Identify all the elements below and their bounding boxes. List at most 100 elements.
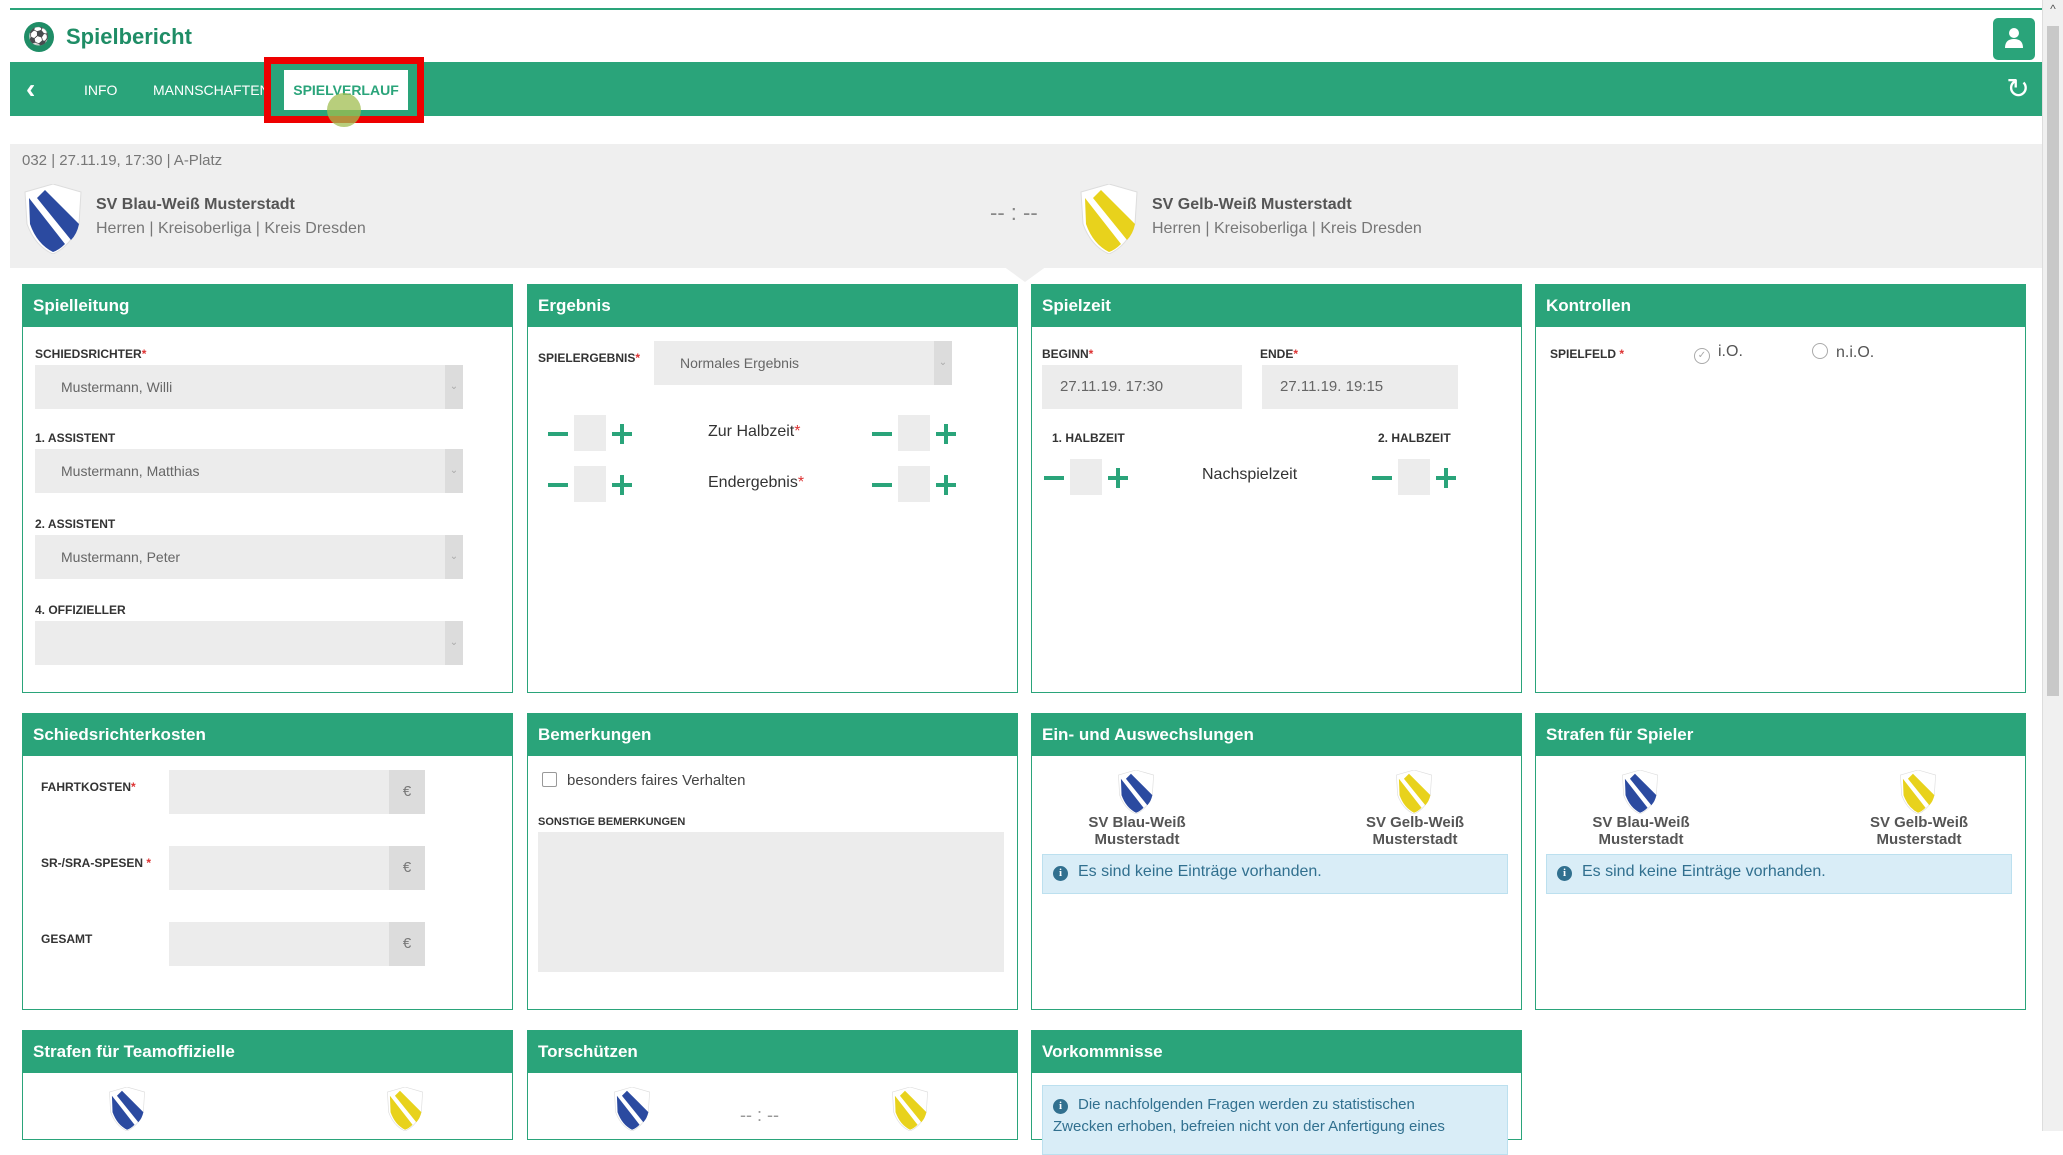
schiedsrichter-select[interactable]: Mustermann, Willi ⌄ [35,365,463,409]
user-icon[interactable] [1993,18,2035,60]
ende-label: ENDE* [1260,347,1299,361]
card-title: Strafen für Spieler [1536,714,2025,756]
minus-icon[interactable] [1044,476,1064,480]
gesamt-label: GESAMT [41,932,93,946]
schiedsrichter-label: SCHIEDSRICHTER* [35,347,147,361]
checkbox-icon [542,772,557,787]
card-vorkommnisse: Vorkommnisse i Die nachfolgenden Fragen w… [1031,1030,1522,1155]
app-window: ⚽ Spielbericht ‹ INFO MANNSCHAFTEN SPIEL… [0,0,2063,1155]
spielergebnis-select[interactable]: Normales Ergebnis ⌄ [654,341,952,385]
offizieller-label: 4. OFFIZIELLER [35,603,126,617]
minus-icon[interactable] [872,483,892,487]
fahrtkosten-input[interactable] [169,770,389,814]
minus-icon[interactable] [1372,476,1392,480]
header-pointer [1003,266,1047,282]
scrollbar[interactable]: ^ [2042,0,2063,1131]
card-spielleitung: Spielleitung SCHIEDSRICHTER* Mustermann,… [22,284,513,693]
radio-io[interactable]: ✓ i.O. [1694,343,1743,364]
home-team-league: Herren | Kreisoberliga | Kreis Dresden [96,220,366,237]
away-crest-icon [892,1087,928,1131]
match-header: 032 | 27.11.19, 17:30 | A-Platz SV Blau-… [10,144,2043,268]
tab-mannschaften[interactable]: MANNSCHAFTEN [153,82,270,98]
plus-icon[interactable] [1436,468,1456,488]
card-title: Vorkommnisse [1032,1031,1521,1073]
match-meta: 032 | 27.11.19, 17:30 | A-Platz [22,152,223,169]
info-icon: i [1557,866,1572,881]
beginn-input[interactable]: 27.11.19. 17:30 [1042,365,1242,409]
ende-input[interactable]: 27.11.19. 19:15 [1262,365,1458,409]
away-crest-icon [1900,770,1936,814]
home-team-label: SV Blau-Weiß Musterstadt [1592,814,1690,848]
away-crest-icon [387,1087,423,1131]
radio-nio[interactable]: n.i.O. [1812,343,1874,362]
fair-play-checkbox[interactable]: besonders faires Verhalten [542,772,745,789]
home-crest-icon [24,184,82,254]
info-icon: i [1053,866,1068,881]
card-title: Schiedsrichterkosten [23,714,512,756]
info-icon: i [1053,1099,1068,1114]
card-title: Spielzeit [1032,285,1521,327]
assistent1-select[interactable]: Mustermann, Matthias ⌄ [35,449,463,493]
plus-icon[interactable] [612,424,632,444]
bemerkungen-textarea[interactable] [538,832,1004,972]
empty-info: i Es sind keine Einträge vorhanden. [1546,854,2012,894]
minus-icon[interactable] [548,483,568,487]
card-title: Spielleitung [23,285,512,327]
away-crest-icon [1080,184,1138,254]
radio-check-icon: ✓ [1694,348,1710,364]
card-title: Kontrollen [1536,285,2025,327]
gesamt-input [169,922,389,966]
plus-icon[interactable] [612,475,632,495]
refresh-icon[interactable]: ↻ [2001,72,2035,106]
card-title: Strafen für Teamoffizielle [23,1031,512,1073]
nachspielzeit-1-input[interactable] [1070,459,1102,495]
endergebnis-home-input[interactable] [574,466,606,502]
match-score: -- : -- [990,200,1038,225]
card-kontrollen: Kontrollen SPIELFELD * ✓ i.O. n.i.O. [1535,284,2026,693]
card-title: Bemerkungen [528,714,1017,756]
minus-icon[interactable] [872,432,892,436]
plus-icon[interactable] [1108,468,1128,488]
away-team-label: SV Gelb-Weiß Musterstadt [1869,814,1969,848]
scrollbar-thumb[interactable] [2047,26,2059,696]
home-crest-icon [1622,770,1658,814]
spesen-label: SR-/SRA-SPESEN * [41,856,152,870]
spielergebnis-label: SPIELERGEBNIS* [538,351,641,365]
spesen-input[interactable] [169,846,389,890]
back-icon[interactable]: ‹ [26,74,54,104]
endergebnis-away-input[interactable] [898,466,930,502]
euro-addon: € [389,922,425,966]
plus-icon[interactable] [936,424,956,444]
card-title: Ergebnis [528,285,1017,327]
home-team-label: SV Blau-Weiß Musterstadt [1088,814,1186,848]
card-ergebnis: Ergebnis SPIELERGEBNIS* Normales Ergebni… [527,284,1018,693]
halbzeit-home-input[interactable] [574,415,606,451]
halbzeit-away-input[interactable] [898,415,930,451]
card-wechsel: Ein- und Auswechslungen SV Blau-Weiß Must… [1031,713,1522,1010]
card-strafen-spieler: Strafen für Spieler SV Blau-Weiß Musterst… [1535,713,2026,1010]
tab-info[interactable]: INFO [84,82,117,98]
nachspielzeit-label: Nachspielzeit [1202,466,1298,483]
home-team-name: SV Blau-Weiß Musterstadt [96,196,295,213]
away-crest-icon [1396,770,1432,814]
radio-circle-icon [1812,343,1828,359]
app-title: Spielbericht [66,24,192,49]
halbzeit-label: Zur Halbzeit* [708,423,801,440]
plus-icon[interactable] [936,475,956,495]
assistent2-select[interactable]: Mustermann, Peter ⌄ [35,535,463,579]
card-schiedsrichterkosten: Schiedsrichterkosten FAHRTKOSTEN* € SR-/… [22,713,513,1010]
home-crest-icon [109,1087,145,1131]
away-team-label: SV Gelb-Weiß Musterstadt [1365,814,1465,848]
card-bemerkungen: Bemerkungen besonders faires Verhalten S… [527,713,1018,1010]
torschuetzen-score: -- : -- [740,1105,779,1125]
card-spielzeit: Spielzeit BEGINN* 27.11.19. 17:30 ENDE* … [1031,284,1522,693]
minus-icon[interactable] [548,432,568,436]
assistent1-label: 1. ASSISTENT [35,431,116,445]
away-team-name: SV Gelb-Weiß Musterstadt [1152,196,1352,213]
cursor-indicator [327,93,361,127]
halbzeit1-label: 1. HALBZEIT [1052,431,1125,445]
offizieller-select[interactable]: ⌄ [35,621,463,665]
scroll-up-icon[interactable]: ^ [2045,2,2061,18]
card-torschuetzen: Torschützen -- : -- [527,1030,1018,1140]
nachspielzeit-2-input[interactable] [1398,459,1430,495]
